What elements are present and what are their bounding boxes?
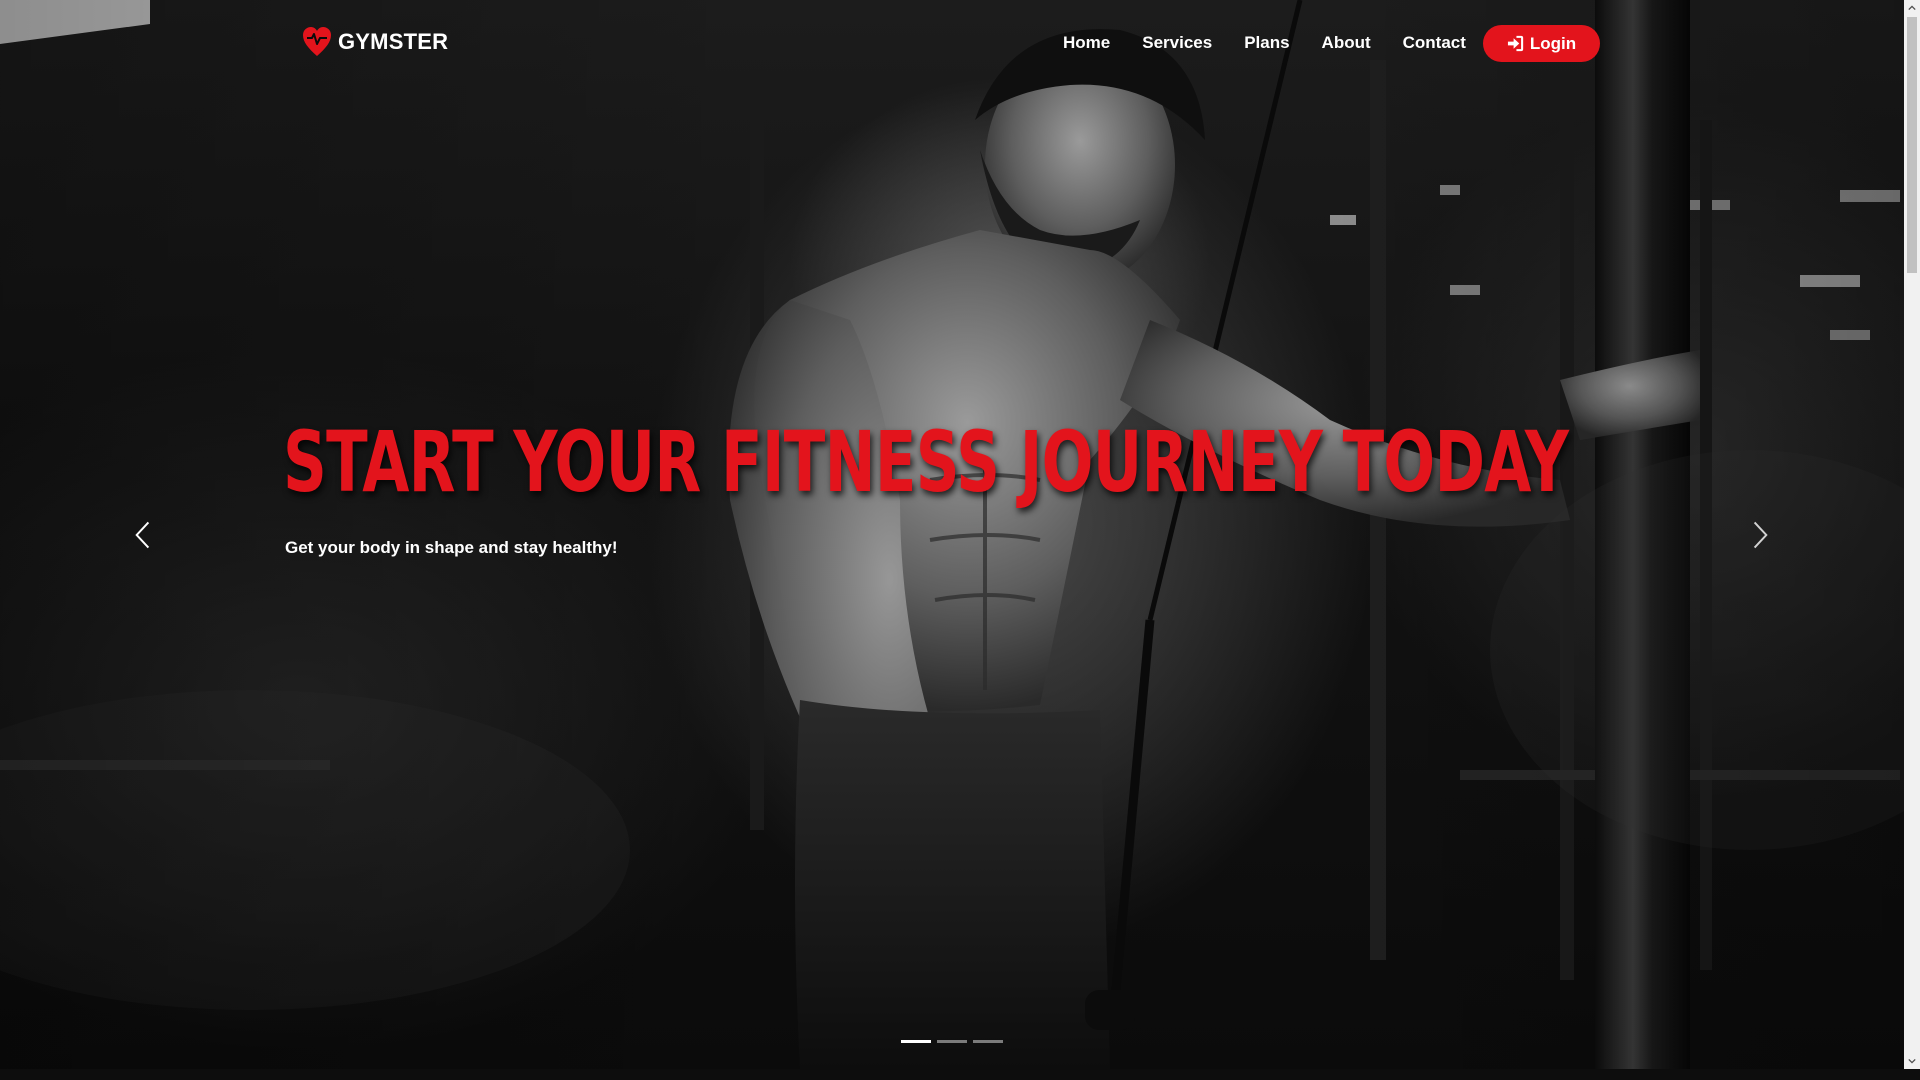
scroll-up-arrow-icon[interactable] [1904,0,1920,16]
brand-name: GYMSTER [338,29,449,54]
hero-subtitle: Get your body in shape and stay healthy! [285,538,618,557]
brand-logo-link[interactable]: GYMSTER [302,26,448,58]
scrollbar-thumb[interactable] [1907,17,1917,273]
navbar: GYMSTER Home Services Plans About Contac… [0,0,1904,86]
carousel-prev-button[interactable] [123,515,163,555]
carousel-next-button[interactable] [1740,515,1780,555]
nav-link-services[interactable]: Services [1142,28,1212,58]
hero-title: START YOUR FITNESS JOURNEY TODAY [283,413,1569,511]
carousel-indicator-3[interactable] [973,1040,1003,1043]
nav-links: Home Services Plans About Contact [1063,28,1466,58]
carousel-indicator-1[interactable] [901,1040,931,1043]
carousel-indicator-2[interactable] [937,1040,967,1043]
chevron-right-icon [1753,521,1768,549]
page: GYMSTER Home Services Plans About Contac… [0,0,1920,1080]
carousel-indicators [901,1040,1003,1043]
hero-carousel: GYMSTER Home Services Plans About Contac… [0,0,1904,1069]
page-bottom-edge [0,1069,1920,1080]
login-label: Login [1529,33,1577,53]
nav-link-contact[interactable]: Contact [1403,28,1466,58]
nav-link-about[interactable]: About [1322,28,1371,58]
hero-overlay [0,0,1904,1069]
sign-in-icon [1507,35,1524,52]
scroll-down-arrow-icon[interactable] [1904,1053,1920,1069]
nav-link-plans[interactable]: Plans [1244,28,1289,58]
chevron-left-icon [135,521,150,549]
page-scrollbar[interactable] [1904,0,1920,1069]
nav-link-home[interactable]: Home [1063,28,1110,58]
login-button[interactable]: Login [1483,25,1600,62]
heart-pulse-icon [303,27,331,56]
